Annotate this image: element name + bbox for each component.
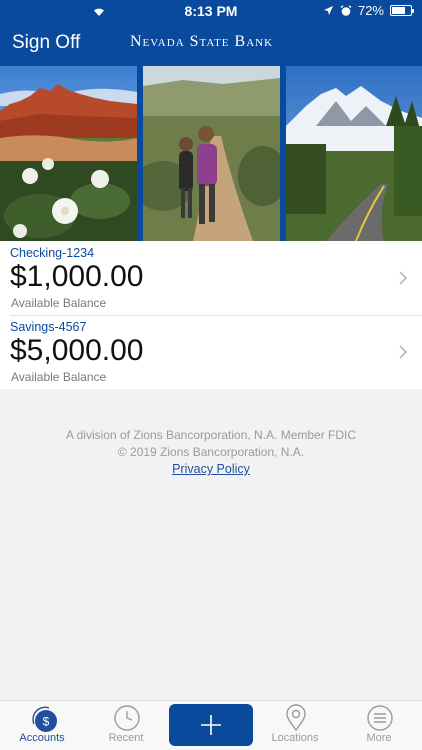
alarm-icon — [340, 4, 352, 16]
map-pin-icon — [286, 704, 306, 732]
mountain-road-photo — [286, 66, 422, 241]
app-header: 8:13 PM 72% Sign Off Nevada State Bank — [0, 0, 422, 66]
privacy-policy-link[interactable]: Privacy Policy — [172, 462, 250, 476]
status-bar: 8:13 PM 72% — [0, 0, 422, 22]
tab-recent[interactable]: Recent — [84, 701, 168, 750]
hikers-trail-photo — [143, 66, 280, 241]
tab-more[interactable]: More — [337, 701, 421, 750]
brand-logo: Nevada State Bank — [130, 33, 274, 50]
add-action-button[interactable] — [169, 704, 253, 746]
clock-icon — [114, 705, 140, 731]
chevron-right-icon — [399, 345, 408, 359]
account-name: Checking-1234 — [10, 246, 95, 260]
account-row-checking[interactable]: Checking-1234 $1,000.00 Available Balanc… — [0, 241, 422, 316]
sign-off-button[interactable]: Sign Off — [12, 32, 80, 54]
account-name: Savings-4567 — [10, 320, 87, 334]
battery-fill — [392, 7, 405, 14]
copyright-text: © 2019 Zions Bancorporation, N.A. — [117, 445, 305, 459]
tab-locations[interactable]: Locations — [253, 701, 337, 750]
menu-lines-icon — [367, 705, 393, 731]
tab-label: Recent — [108, 732, 144, 744]
plus-icon — [201, 715, 221, 735]
accounts-list: Checking-1234 $1,000.00 Available Balanc… — [0, 241, 422, 389]
account-balance: $1,000.00 — [10, 260, 144, 293]
location-arrow-icon — [323, 6, 333, 15]
status-right: 72% — [323, 3, 414, 18]
hero-photo-strip — [0, 66, 422, 241]
red-rock-desert-photo — [0, 66, 137, 241]
fdic-disclosure: A division of Zions Bancorporation, N.A.… — [65, 428, 357, 442]
balance-label: Available Balance — [11, 296, 107, 310]
tab-label: Locations — [271, 732, 319, 744]
account-row-savings[interactable]: Savings-4567 $5,000.00 Available Balance — [0, 315, 422, 389]
nav-bar: Sign Off Nevada State Bank — [0, 22, 422, 66]
tab-bar: $ Accounts Recent Locations More — [0, 700, 422, 750]
tab-label: More — [366, 732, 392, 744]
tab-label: Accounts — [19, 732, 65, 744]
dollar-circle-icon: $ — [32, 706, 57, 732]
legal-footer: A division of Zions Bancorporation, N.A.… — [0, 427, 422, 478]
chevron-right-icon — [399, 271, 408, 285]
balance-label: Available Balance — [11, 370, 107, 384]
account-balance: $5,000.00 — [10, 334, 144, 367]
tab-accounts[interactable]: $ Accounts — [0, 701, 84, 750]
battery-percent: 72% — [357, 3, 384, 18]
svg-text:$: $ — [43, 715, 50, 729]
battery-icon — [390, 5, 414, 16]
